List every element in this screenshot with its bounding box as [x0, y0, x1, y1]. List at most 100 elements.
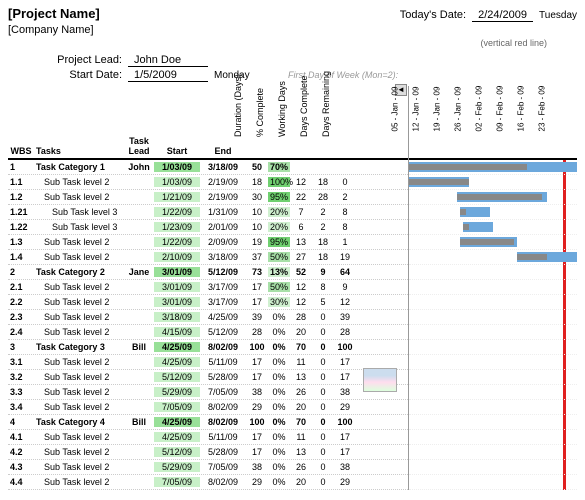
- cell-working[interactable]: 20: [290, 327, 312, 337]
- cell-pct[interactable]: 95%: [268, 192, 290, 202]
- cell-duration[interactable]: 17: [246, 432, 268, 442]
- cell-wbs[interactable]: 2.4: [8, 327, 34, 337]
- cell-end[interactable]: 5/12/09: [200, 267, 246, 277]
- cell-start[interactable]: 1/23/09: [154, 222, 200, 232]
- cell-task[interactable]: Sub Task level 2: [34, 447, 124, 457]
- cell-days-complete[interactable]: 0: [312, 432, 334, 442]
- table-row[interactable]: 3.3Sub Task level 25/29/097/05/09380%260…: [8, 385, 408, 400]
- cell-working[interactable]: 13: [290, 237, 312, 247]
- cell-working[interactable]: 7: [290, 207, 312, 217]
- cell-end[interactable]: 5/12/09: [200, 327, 246, 337]
- cell-wbs[interactable]: 3.1: [8, 357, 34, 367]
- cell-duration[interactable]: 38: [246, 387, 268, 397]
- cell-task[interactable]: Sub Task level 2: [34, 312, 124, 322]
- cell-duration[interactable]: 39: [246, 312, 268, 322]
- cell-duration[interactable]: 17: [246, 447, 268, 457]
- cell-days-remaining[interactable]: 100: [334, 417, 356, 427]
- cell-days-remaining[interactable]: 1: [334, 237, 356, 247]
- cell-end[interactable]: 8/02/09: [200, 417, 246, 427]
- table-row[interactable]: 3.4Sub Task level 27/05/098/02/09290%200…: [8, 400, 408, 415]
- cell-wbs[interactable]: 3: [8, 342, 34, 352]
- table-row[interactable]: 4.4Sub Task level 27/05/098/02/09290%200…: [8, 475, 408, 490]
- cell-end[interactable]: 2/19/09: [200, 177, 246, 187]
- cell-days-complete[interactable]: 5: [312, 297, 334, 307]
- cell-pct[interactable]: 70%: [268, 162, 290, 172]
- cell-days-complete[interactable]: 0: [312, 447, 334, 457]
- cell-days-remaining[interactable]: 17: [334, 447, 356, 457]
- cell-days-complete[interactable]: 0: [312, 402, 334, 412]
- cell-days-remaining[interactable]: 8: [334, 207, 356, 217]
- cell-start[interactable]: 4/15/09: [154, 327, 200, 337]
- cell-task[interactable]: Sub Task level 2: [34, 192, 124, 202]
- cell-start[interactable]: 5/29/09: [154, 387, 200, 397]
- cell-task[interactable]: Sub Task level 2: [34, 357, 124, 367]
- cell-working[interactable]: 6: [290, 222, 312, 232]
- cell-wbs[interactable]: 1: [8, 162, 34, 172]
- cell-working[interactable]: 20: [290, 477, 312, 487]
- cell-days-remaining[interactable]: 0: [334, 177, 356, 187]
- table-row[interactable]: 4Task Category 4Bill4/25/098/02/091000%7…: [8, 415, 408, 430]
- cell-start[interactable]: 5/12/09: [154, 372, 200, 382]
- cell-end[interactable]: 2/01/09: [200, 222, 246, 232]
- cell-days-remaining[interactable]: 100: [334, 342, 356, 352]
- cell-start[interactable]: 7/05/09: [154, 477, 200, 487]
- cell-pct[interactable]: 0%: [268, 432, 290, 442]
- cell-wbs[interactable]: 4.1: [8, 432, 34, 442]
- table-row[interactable]: 1.1Sub Task level 21/03/092/19/0918100%1…: [8, 175, 408, 190]
- cell-task[interactable]: Sub Task level 2: [34, 387, 124, 397]
- cell-days-remaining[interactable]: 29: [334, 477, 356, 487]
- project-lead-value[interactable]: John Doe: [128, 54, 208, 67]
- cell-wbs[interactable]: 4.4: [8, 477, 34, 487]
- cell-duration[interactable]: 17: [246, 357, 268, 367]
- table-row[interactable]: 2.1Sub Task level 23/01/093/17/091750%12…: [8, 280, 408, 295]
- cell-start[interactable]: 1/22/09: [154, 207, 200, 217]
- cell-duration[interactable]: 29: [246, 402, 268, 412]
- cell-days-remaining[interactable]: 12: [334, 297, 356, 307]
- table-row[interactable]: 1.4Sub Task level 22/10/093/18/093750%27…: [8, 250, 408, 265]
- start-date-value[interactable]: 1/5/2009: [128, 69, 208, 82]
- cell-pct[interactable]: 0%: [268, 462, 290, 472]
- cell-days-remaining[interactable]: 17: [334, 372, 356, 382]
- cell-days-complete[interactable]: 0: [312, 357, 334, 367]
- table-row[interactable]: 2Task Category 2Jane3/01/095/12/097313%5…: [8, 265, 408, 280]
- cell-task[interactable]: Task Category 4: [34, 417, 124, 427]
- cell-wbs[interactable]: 2.1: [8, 282, 34, 292]
- table-row[interactable]: 3Task Category 3Bill4/25/098/02/091000%7…: [8, 340, 408, 355]
- cell-days-complete[interactable]: 18: [312, 237, 334, 247]
- cell-task[interactable]: Sub Task level 2: [34, 237, 124, 247]
- cell-start[interactable]: 1/03/09: [154, 177, 200, 187]
- cell-duration[interactable]: 10: [246, 222, 268, 232]
- cell-start[interactable]: 4/25/09: [154, 432, 200, 442]
- cell-start[interactable]: 7/05/09: [154, 402, 200, 412]
- cell-pct[interactable]: 0%: [268, 312, 290, 322]
- cell-working[interactable]: 13: [290, 372, 312, 382]
- cell-pct[interactable]: 13%: [268, 267, 290, 277]
- cell-days-remaining[interactable]: 64: [334, 267, 356, 277]
- cell-lead[interactable]: Bill: [124, 342, 154, 352]
- cell-wbs[interactable]: 1.1: [8, 177, 34, 187]
- cell-wbs[interactable]: 1.3: [8, 237, 34, 247]
- cell-days-complete[interactable]: 0: [312, 372, 334, 382]
- cell-days-complete[interactable]: 0: [312, 462, 334, 472]
- cell-pct[interactable]: 0%: [268, 342, 290, 352]
- cell-pct[interactable]: 95%: [268, 237, 290, 247]
- cell-task[interactable]: Sub Task level 2: [34, 282, 124, 292]
- cell-start[interactable]: 5/12/09: [154, 447, 200, 457]
- cell-wbs[interactable]: 1.4: [8, 252, 34, 262]
- cell-wbs[interactable]: 4.2: [8, 447, 34, 457]
- cell-days-complete[interactable]: 0: [312, 387, 334, 397]
- cell-days-complete[interactable]: 0: [312, 417, 334, 427]
- cell-days-remaining[interactable]: 38: [334, 462, 356, 472]
- cell-end[interactable]: 3/18/09: [200, 162, 246, 172]
- cell-days-complete[interactable]: 8: [312, 282, 334, 292]
- cell-start[interactable]: 3/01/09: [154, 267, 200, 277]
- cell-days-complete[interactable]: 2: [312, 222, 334, 232]
- cell-days-remaining[interactable]: 28: [334, 327, 356, 337]
- cell-days-complete[interactable]: 0: [312, 327, 334, 337]
- cell-end[interactable]: 7/05/09: [200, 387, 246, 397]
- cell-working[interactable]: 22: [290, 192, 312, 202]
- cell-start[interactable]: 1/22/09: [154, 237, 200, 247]
- cell-task[interactable]: Sub Task level 3: [34, 207, 124, 217]
- cell-working[interactable]: 26: [290, 462, 312, 472]
- cell-days-complete[interactable]: 9: [312, 267, 334, 277]
